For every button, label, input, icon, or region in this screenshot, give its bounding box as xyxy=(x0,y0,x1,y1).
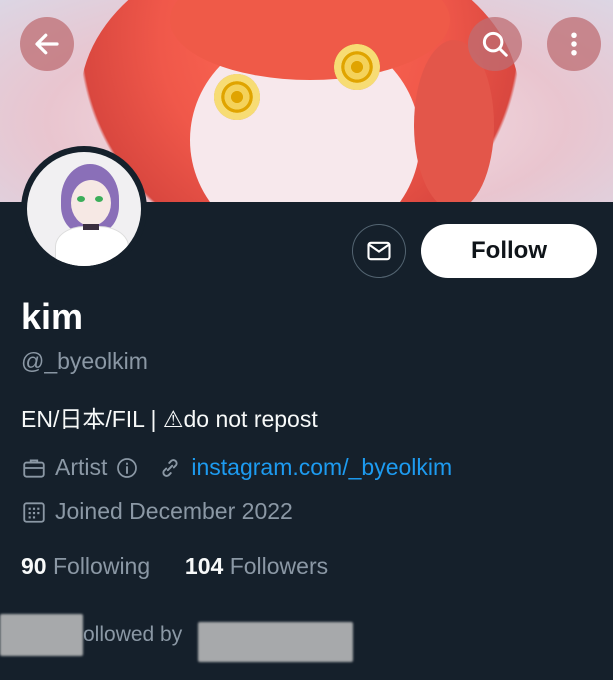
profile-handle: @_byeolkim xyxy=(21,348,148,374)
calendar-icon xyxy=(23,501,45,523)
profile-bio: EN/日本/FIL | ⚠do not repost xyxy=(21,406,318,432)
redacted-avatars xyxy=(0,614,83,656)
more-button[interactable] xyxy=(547,17,601,71)
following-link[interactable]: 90 Following xyxy=(21,553,150,579)
followers-link[interactable]: 104 Followers xyxy=(185,553,328,579)
search-button[interactable] xyxy=(468,17,522,71)
profile-joined-row: Joined December 2022 xyxy=(21,498,293,525)
avatar[interactable] xyxy=(21,146,147,272)
following-count: 90 xyxy=(21,553,47,579)
message-button[interactable] xyxy=(352,224,406,278)
profile-joined: Joined December 2022 xyxy=(55,498,293,524)
avatar-image xyxy=(27,152,141,266)
banner-art-eye-left xyxy=(214,74,260,120)
followers-label: Followers xyxy=(229,553,329,579)
info-icon[interactable] xyxy=(115,456,139,480)
followers-count: 104 xyxy=(184,553,224,579)
follow-button[interactable]: Follow xyxy=(421,224,597,278)
profile-category: Artist xyxy=(55,454,108,480)
briefcase-icon xyxy=(23,458,45,478)
mail-icon xyxy=(367,241,391,261)
more-vertical-icon xyxy=(571,32,577,56)
banner-art-eye-right xyxy=(334,44,380,90)
following-label: Following xyxy=(52,553,151,579)
back-button[interactable] xyxy=(20,17,74,71)
back-arrow-icon xyxy=(35,33,59,55)
profile-link[interactable]: instagram.com/_byeolkim xyxy=(191,454,452,481)
profile-name: kim xyxy=(21,296,84,337)
search-icon xyxy=(482,31,508,57)
profile-meta-row: Artist instagram.com/_byeolkim xyxy=(21,454,452,481)
profile-stats: 90 Following 104 Followers xyxy=(21,553,328,580)
redacted-names xyxy=(198,622,353,662)
link-icon xyxy=(162,458,178,477)
followed-by-text[interactable]: ollowed by xyxy=(83,623,182,647)
